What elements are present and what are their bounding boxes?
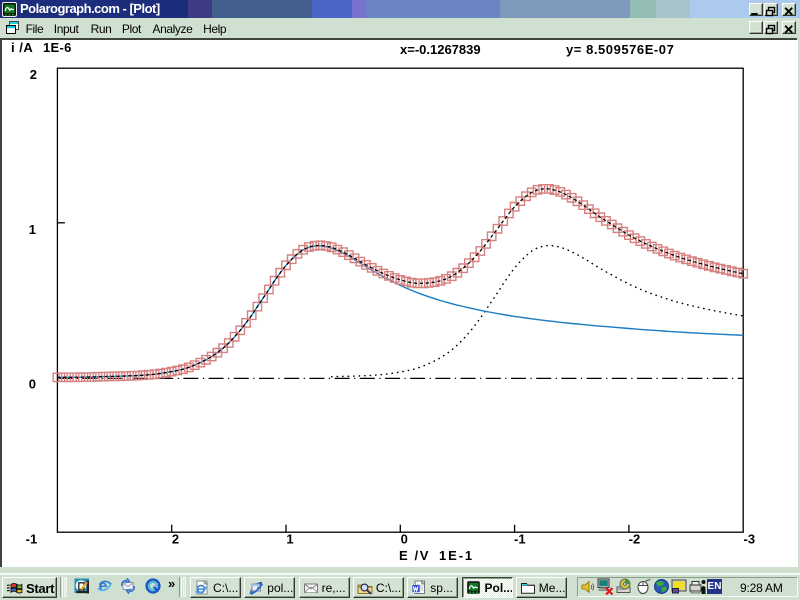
svg-text:-1: -1: [26, 532, 38, 547]
svg-text:1: 1: [29, 222, 36, 237]
svg-text:-1: -1: [514, 532, 526, 547]
svg-text:0: 0: [29, 377, 36, 392]
svg-text:2: 2: [172, 532, 179, 547]
svg-text:-2: -2: [629, 532, 641, 547]
svg-text:1: 1: [286, 532, 293, 547]
svg-text:-3: -3: [744, 532, 756, 547]
svg-text:2: 2: [30, 67, 37, 82]
svg-text:1E-1: 1E-1: [439, 548, 474, 563]
svg-text:0: 0: [401, 532, 408, 547]
svg-text:E /V: E /V: [399, 548, 430, 563]
